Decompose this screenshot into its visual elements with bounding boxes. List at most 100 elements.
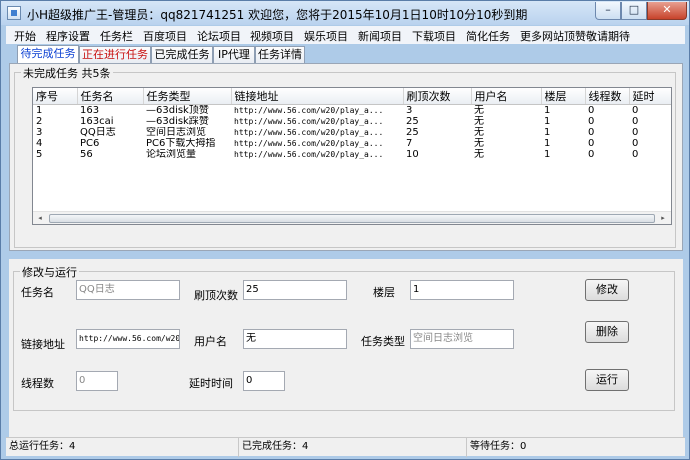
task-list[interactable]: 序号 任务名 任务类型 链接地址 刷顶次数 用户名 楼层 线程数 延时 1 16: [32, 87, 672, 225]
task-name-label: 任务名: [21, 286, 54, 299]
cell-delay: 0: [632, 116, 639, 127]
cell-link: http://www.56.com/w20/play_a...: [234, 128, 384, 137]
table-row[interactable]: 1 163 —63disk顶赞 http://www.56.com/w20/pl…: [33, 105, 671, 117]
menu-start[interactable]: 开始: [14, 28, 36, 44]
cell-link: http://www.56.com/w20/play_a...: [234, 117, 384, 126]
cell-delay: 0: [632, 105, 639, 116]
cell-task-type: —63disk顶赞: [146, 105, 209, 116]
scroll-right-icon[interactable]: ▸: [659, 214, 667, 222]
delay-label: 延时时间: [189, 377, 233, 390]
floor-field[interactable]: 1: [410, 280, 514, 300]
col-floor[interactable]: 楼层: [541, 88, 586, 105]
cell-link: http://www.56.com/w20/play_a...: [234, 139, 384, 148]
cell-task-type: PC6下载大拇指: [146, 138, 216, 149]
table-header: 序号 任务名 任务类型 链接地址 刷顶次数 用户名 楼层 线程数 延时: [33, 88, 671, 105]
cell-floor: 1: [544, 116, 551, 127]
menu-download[interactable]: 下载项目: [412, 28, 456, 44]
cell-index: 3: [36, 127, 43, 138]
window-title: 小H超级推广王-管理员：qq821741251 欢迎您，您将于2015年10月1…: [27, 8, 528, 22]
status-completed-tasks: 已完成任务：4: [239, 438, 467, 457]
menu-entertainment[interactable]: 娱乐项目: [304, 28, 348, 44]
menu-baidu[interactable]: 百度项目: [143, 28, 187, 44]
delete-button[interactable]: 删除: [585, 321, 629, 343]
table-row[interactable]: 4 PC6 PC6下载大拇指 http://www.56.com/w20/pla…: [33, 138, 671, 149]
cell-index: 2: [36, 116, 43, 127]
maximize-icon: □: [628, 3, 640, 16]
menu-news[interactable]: 新闻项目: [358, 28, 402, 44]
col-delay[interactable]: 延时: [629, 88, 671, 105]
cell-username: 无: [474, 138, 484, 149]
menu-forum[interactable]: 论坛项目: [197, 28, 241, 44]
status-waiting-tasks: 等待任务：0: [470, 441, 527, 452]
menu-bar: 开始 程序设置 任务栏 百度项目 论坛项目 视频项目 娱乐项目 新闻项目 下载项…: [6, 26, 685, 44]
col-index[interactable]: 序号: [33, 88, 78, 105]
table-row[interactable]: 3 QQ日志 空间日志浏览 http://www.56.com/w20/play…: [33, 127, 671, 138]
col-task-name[interactable]: 任务名: [77, 88, 144, 105]
cell-refresh-count: 25: [406, 116, 419, 127]
menu-more-sites[interactable]: 更多网站顶赞敬请期待: [520, 28, 630, 44]
app-icon: [7, 6, 21, 20]
thread-count-field[interactable]: 0: [76, 371, 118, 391]
title-bar[interactable]: 小H超级推广王-管理员：qq821741251 欢迎您，您将于2015年10月1…: [1, 1, 689, 25]
cell-username: 无: [474, 116, 484, 127]
status-total-tasks: 总运行任务：4: [6, 438, 239, 457]
tab-pending[interactable]: 待完成任务: [17, 45, 79, 65]
menu-video[interactable]: 视频项目: [250, 28, 294, 44]
cell-refresh-count: 10: [406, 149, 419, 160]
cell-link: http://www.56.com/w20/play_a...: [234, 150, 384, 159]
cell-task-name: QQ日志: [80, 127, 116, 138]
table-row[interactable]: 5 56 论坛浏览量 http://www.56.com/w20/play_a.…: [33, 149, 671, 160]
cell-username: 无: [474, 105, 484, 116]
menu-program-settings[interactable]: 程序设置: [46, 28, 90, 44]
modify-button[interactable]: 修改: [585, 279, 629, 301]
table-row[interactable]: 2 163cai —63disk踩赞 http://www.56.com/w20…: [33, 116, 671, 127]
cell-delay: 0: [632, 127, 639, 138]
scroll-left-icon[interactable]: ◂: [36, 214, 44, 222]
cell-refresh-count: 25: [406, 127, 419, 138]
col-link[interactable]: 链接地址: [231, 88, 404, 105]
menu-taskbar[interactable]: 任务栏: [100, 28, 133, 44]
tab-completed[interactable]: 已完成任务: [151, 46, 213, 64]
tab-ip-proxy[interactable]: IP代理: [213, 46, 255, 64]
close-button[interactable]: ✕: [647, 2, 687, 20]
username-field[interactable]: 无: [243, 329, 347, 349]
tab-task-detail[interactable]: 任务详情: [255, 46, 305, 64]
cell-floor: 1: [544, 138, 551, 149]
col-task-type[interactable]: 任务类型: [143, 88, 232, 105]
edit-run-panel: 修改与运行 任务名 QQ日志 刷顶次数 25 楼层 1 修改 链接地址 http…: [9, 259, 683, 437]
link-field[interactable]: http://www.56.com/w20/play_a...: [76, 329, 180, 349]
close-icon: ✕: [662, 3, 672, 16]
username-label: 用户名: [194, 335, 227, 348]
refresh-count-field[interactable]: 25: [243, 280, 347, 300]
link-label: 链接地址: [21, 338, 65, 351]
minimize-button[interactable]: –: [595, 2, 621, 20]
refresh-count-label: 刷顶次数: [194, 289, 238, 302]
cell-threads: 0: [588, 105, 595, 116]
cell-link: http://www.56.com/w20/play_a...: [234, 106, 384, 115]
edit-run-title: 修改与运行: [20, 264, 79, 280]
task-type-field[interactable]: 空间日志浏览: [410, 329, 514, 349]
menu-simplified[interactable]: 简化任务: [466, 28, 510, 44]
run-button[interactable]: 运行: [585, 369, 629, 391]
floor-label: 楼层: [373, 286, 395, 299]
maximize-button[interactable]: □: [621, 2, 647, 20]
task-name-field[interactable]: QQ日志: [76, 280, 180, 300]
cell-floor: 1: [544, 105, 551, 116]
col-threads[interactable]: 线程数: [585, 88, 630, 105]
thread-count-label: 线程数: [21, 377, 54, 390]
pending-tasks-panel: 未完成任务 共5条 序号 任务名 任务类型 链接地址 刷顶次数 用户名 楼层 线…: [9, 63, 683, 251]
scroll-thumb[interactable]: [49, 214, 655, 223]
task-type-label: 任务类型: [361, 335, 405, 348]
cell-username: 无: [474, 127, 484, 138]
cell-task-name: 163cai: [80, 116, 114, 127]
cell-task-name: 56: [80, 149, 93, 160]
cell-task-type: 空间日志浏览: [146, 127, 206, 138]
tab-running[interactable]: 正在进行任务: [79, 46, 151, 64]
cell-task-name: 163: [80, 105, 100, 116]
horizontal-scrollbar[interactable]: ◂ ▸: [33, 211, 671, 224]
cell-username: 无: [474, 149, 484, 160]
cell-task-type: 论坛浏览量: [146, 149, 196, 160]
delay-field[interactable]: 0: [243, 371, 285, 391]
col-username[interactable]: 用户名: [471, 88, 542, 105]
col-refresh-count[interactable]: 刷顶次数: [403, 88, 472, 105]
